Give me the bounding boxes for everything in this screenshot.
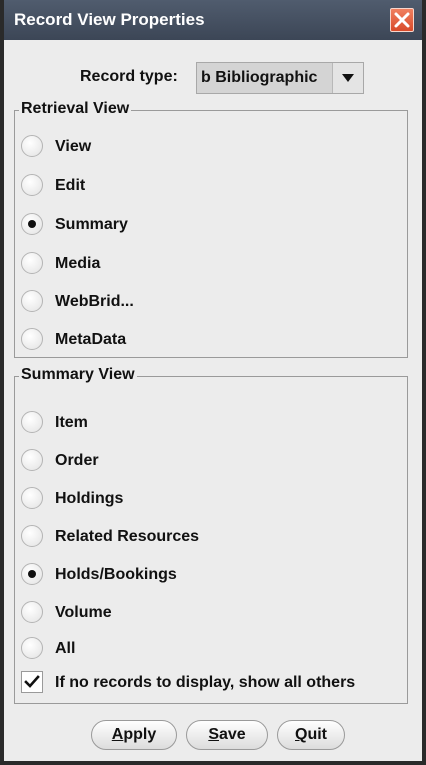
save-button[interactable]: Save: [186, 720, 268, 750]
radio-summary-order[interactable]: Order: [15, 447, 395, 475]
radio-button-selected[interactable]: [21, 563, 43, 585]
radio-button[interactable]: [21, 637, 43, 659]
window-title: Record View Properties: [14, 10, 205, 29]
save-label: ave: [218, 726, 246, 743]
radio-summary-item[interactable]: Item: [15, 409, 395, 437]
radio-retrieval-edit[interactable]: Edit: [15, 172, 395, 200]
radio-retrieval-media[interactable]: Media: [15, 250, 395, 278]
record-type-row: Record type: b Bibliographic: [4, 60, 422, 94]
retrieval-view-group: Retrieval View View Edit Summary Media W…: [14, 100, 408, 358]
chevron-down-icon: [342, 74, 354, 82]
apply-button[interactable]: Apply: [91, 720, 177, 750]
save-mnemonic: S: [208, 726, 219, 743]
radio-label: Related Resources: [55, 528, 200, 545]
radio-button[interactable]: [21, 525, 43, 547]
title-bar[interactable]: Record View Properties: [4, 0, 422, 40]
close-icon: [394, 12, 410, 28]
show-all-others-label: If no records to display, show all other…: [55, 674, 356, 691]
summary-view-group: Summary View Item Order Holdings Related…: [14, 366, 408, 704]
radio-button[interactable]: [21, 252, 43, 274]
quit-button[interactable]: Quit: [277, 720, 345, 750]
radio-button[interactable]: [21, 411, 43, 433]
record-type-label: Record type:: [80, 68, 178, 85]
button-bar: Apply Save Quit: [4, 716, 422, 752]
show-all-others-checkbox-row[interactable]: If no records to display, show all other…: [15, 669, 405, 697]
radio-button[interactable]: [21, 174, 43, 196]
radio-button[interactable]: [21, 290, 43, 312]
radio-retrieval-summary[interactable]: Summary: [15, 211, 395, 239]
apply-label: pply: [123, 726, 157, 743]
radio-button[interactable]: [21, 601, 43, 623]
radio-button[interactable]: [21, 487, 43, 509]
radio-label: Holdings: [55, 490, 124, 507]
radio-label: All: [55, 640, 76, 657]
radio-label: Media: [55, 255, 101, 272]
record-type-select[interactable]: b Bibliographic: [196, 62, 364, 94]
summary-view-title: Summary View: [19, 366, 137, 384]
radio-summary-holdings[interactable]: Holdings: [15, 485, 395, 513]
radio-summary-volume[interactable]: Volume: [15, 599, 395, 627]
radio-button[interactable]: [21, 449, 43, 471]
radio-label: Volume: [55, 604, 112, 621]
dialog-content: Record type: b Bibliographic Retrieval V…: [4, 40, 422, 761]
radio-button-selected[interactable]: [21, 213, 43, 235]
radio-button[interactable]: [21, 135, 43, 157]
radio-label: Order: [55, 452, 99, 469]
retrieval-view-title: Retrieval View: [19, 100, 132, 118]
quit-mnemonic: Q: [295, 726, 308, 743]
radio-retrieval-metadata[interactable]: MetaData: [15, 326, 395, 354]
radio-label: Holds/Bookings: [55, 566, 177, 583]
radio-summary-all[interactable]: All: [15, 635, 395, 663]
radio-summary-related-resources[interactable]: Related Resources: [15, 523, 395, 551]
radio-label: Edit: [55, 177, 86, 194]
close-button[interactable]: [390, 8, 414, 32]
radio-label: Summary: [55, 216, 128, 233]
record-view-properties-dialog: Record View Properties Record type: b Bi…: [0, 0, 426, 765]
checkmark-icon: [24, 675, 40, 688]
dropdown-button[interactable]: [332, 63, 363, 93]
record-type-value: b Bibliographic: [201, 69, 318, 86]
radio-label: WebBrid...: [55, 293, 134, 310]
radio-label: View: [55, 138, 92, 155]
show-all-others-checkbox[interactable]: [21, 671, 43, 693]
radio-summary-holds-bookings[interactable]: Holds/Bookings: [15, 561, 395, 589]
radio-label: MetaData: [55, 331, 127, 348]
radio-label: Item: [55, 414, 88, 431]
radio-retrieval-view[interactable]: View: [15, 133, 395, 161]
radio-button[interactable]: [21, 328, 43, 350]
radio-retrieval-webbridge[interactable]: WebBrid...: [15, 288, 395, 316]
quit-label: uit: [307, 726, 327, 743]
apply-mnemonic: A: [111, 726, 124, 743]
